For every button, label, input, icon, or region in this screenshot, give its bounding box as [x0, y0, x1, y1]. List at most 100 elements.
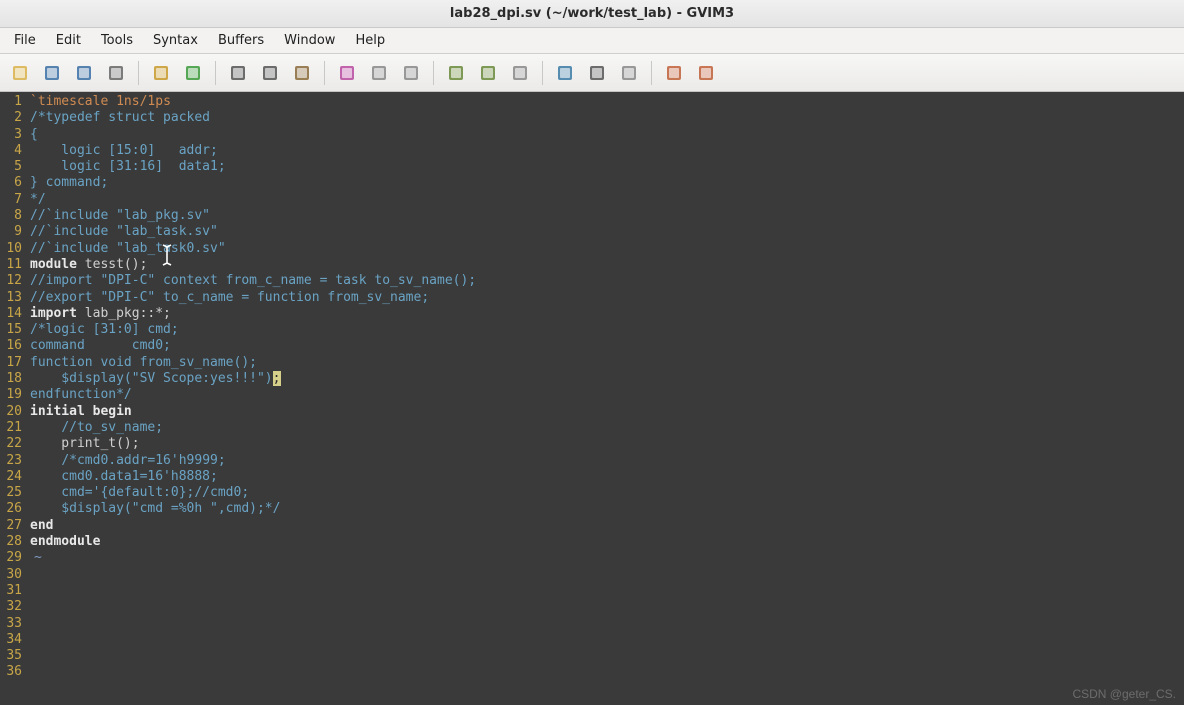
code-line[interactable]: //import "DPI-C" context from_c_name = t… [30, 273, 1184, 289]
code-line[interactable]: //`include "lab_task0.sv" [30, 241, 1184, 257]
line-number: 7 [0, 192, 22, 208]
line-number: 34 [0, 632, 22, 648]
code-line[interactable]: //export "DPI-C" to_c_name = function fr… [30, 290, 1184, 306]
toolbar-separator [433, 61, 434, 85]
line-number: 5 [0, 159, 22, 175]
line-number: 29 [0, 550, 22, 566]
toolbar [0, 54, 1184, 92]
code-line[interactable]: endmodule [30, 534, 1184, 550]
line-number-gutter: 1234567891011121314151617181920212223242… [0, 92, 26, 705]
text-caret: ; [273, 371, 281, 386]
line-number: 1 [0, 94, 22, 110]
code-line[interactable]: } command; [30, 175, 1184, 191]
menu-buffers[interactable]: Buffers [208, 30, 274, 51]
code-line[interactable]: end [30, 518, 1184, 534]
line-number: 24 [0, 469, 22, 485]
code-line[interactable]: logic [15:0] addr; [30, 143, 1184, 159]
line-number: 26 [0, 501, 22, 517]
code-line[interactable]: logic [31:16] data1; [30, 159, 1184, 175]
line-number: 32 [0, 599, 22, 615]
menu-window[interactable]: Window [274, 30, 345, 51]
print-icon[interactable] [102, 59, 130, 87]
menu-edit[interactable]: Edit [46, 30, 91, 51]
code-line[interactable]: `timescale 1ns/1ps [30, 94, 1184, 110]
help-icon[interactable] [660, 59, 688, 87]
line-number: 4 [0, 143, 22, 159]
line-number: 11 [0, 257, 22, 273]
watermark: CSDN @geter_CS. [1072, 687, 1176, 701]
line-number: 28 [0, 534, 22, 550]
shell-icon[interactable] [583, 59, 611, 87]
copy-icon[interactable] [256, 59, 284, 87]
line-number: 23 [0, 453, 22, 469]
menu-syntax[interactable]: Syntax [143, 30, 208, 51]
code-line[interactable]: /*logic [31:0] cmd; [30, 322, 1184, 338]
line-number: 15 [0, 322, 22, 338]
load-session-icon[interactable] [442, 59, 470, 87]
line-number: 31 [0, 583, 22, 599]
undo-icon[interactable] [147, 59, 175, 87]
line-number: 10 [0, 241, 22, 257]
code-line[interactable]: //to_sv_name; [30, 420, 1184, 436]
code-line[interactable]: import lab_pkg::*; [30, 306, 1184, 322]
line-number: 35 [0, 648, 22, 664]
code-line[interactable]: $display("cmd =%0h ",cmd);*/ [30, 501, 1184, 517]
code-line[interactable]: $display("SV Scope:yes!!!"); [30, 371, 1184, 387]
line-number: 13 [0, 290, 22, 306]
window-titlebar: lab28_dpi.sv (~/work/test_lab) - GVIM3 [0, 0, 1184, 28]
open-icon[interactable] [6, 59, 34, 87]
find-prev-icon[interactable] [397, 59, 425, 87]
line-number: 33 [0, 616, 22, 632]
menu-file[interactable]: File [4, 30, 46, 51]
toolbar-separator [651, 61, 652, 85]
save-icon[interactable] [38, 59, 66, 87]
save-all-icon[interactable] [70, 59, 98, 87]
toolbar-separator [215, 61, 216, 85]
window-title: lab28_dpi.sv (~/work/test_lab) - GVIM3 [450, 6, 734, 21]
line-number: 14 [0, 306, 22, 322]
code-line[interactable]: initial begin [30, 404, 1184, 420]
paste-icon[interactable] [288, 59, 316, 87]
code-line[interactable]: command cmd0; [30, 338, 1184, 354]
code-content[interactable]: `timescale 1ns/1ps/*typedef struct packe… [26, 92, 1184, 705]
code-line[interactable]: //`include "lab_task.sv" [30, 224, 1184, 240]
line-number: 8 [0, 208, 22, 224]
line-number: 36 [0, 664, 22, 680]
code-line[interactable]: endfunction*/ [30, 387, 1184, 403]
code-line[interactable]: /*cmd0.addr=16'h9999; [30, 453, 1184, 469]
find-next-icon[interactable] [365, 59, 393, 87]
empty-line-tilde: ~ [30, 550, 1184, 566]
code-line[interactable]: //`include "lab_pkg.sv" [30, 208, 1184, 224]
line-number: 27 [0, 518, 22, 534]
line-number: 9 [0, 224, 22, 240]
code-line[interactable]: cmd='{default:0};//cmd0; [30, 485, 1184, 501]
code-line[interactable]: { [30, 127, 1184, 143]
line-number: 18 [0, 371, 22, 387]
code-line[interactable]: function void from_sv_name(); [30, 355, 1184, 371]
redo-icon[interactable] [179, 59, 207, 87]
menu-help[interactable]: Help [345, 30, 395, 51]
code-line[interactable]: /*typedef struct packed [30, 110, 1184, 126]
code-line[interactable]: module tesst(); [30, 257, 1184, 273]
line-number: 20 [0, 404, 22, 420]
line-number: 6 [0, 175, 22, 191]
line-number: 25 [0, 485, 22, 501]
find-help-icon[interactable] [692, 59, 720, 87]
code-line[interactable]: print_t(); [30, 436, 1184, 452]
line-number: 21 [0, 420, 22, 436]
code-line[interactable]: */ [30, 192, 1184, 208]
find-replace-icon[interactable] [333, 59, 361, 87]
code-line[interactable]: cmd0.data1=16'h8888; [30, 469, 1184, 485]
make-icon[interactable] [551, 59, 579, 87]
menubar: FileEditToolsSyntaxBuffersWindowHelp [0, 28, 1184, 54]
menu-tools[interactable]: Tools [91, 30, 143, 51]
save-session-icon[interactable] [474, 59, 502, 87]
toolbar-separator [324, 61, 325, 85]
run-script-icon[interactable] [506, 59, 534, 87]
editor-area[interactable]: 1234567891011121314151617181920212223242… [0, 92, 1184, 705]
line-number: 22 [0, 436, 22, 452]
line-number: 17 [0, 355, 22, 371]
cut-icon[interactable] [224, 59, 252, 87]
tags-icon[interactable] [615, 59, 643, 87]
line-number: 19 [0, 387, 22, 403]
